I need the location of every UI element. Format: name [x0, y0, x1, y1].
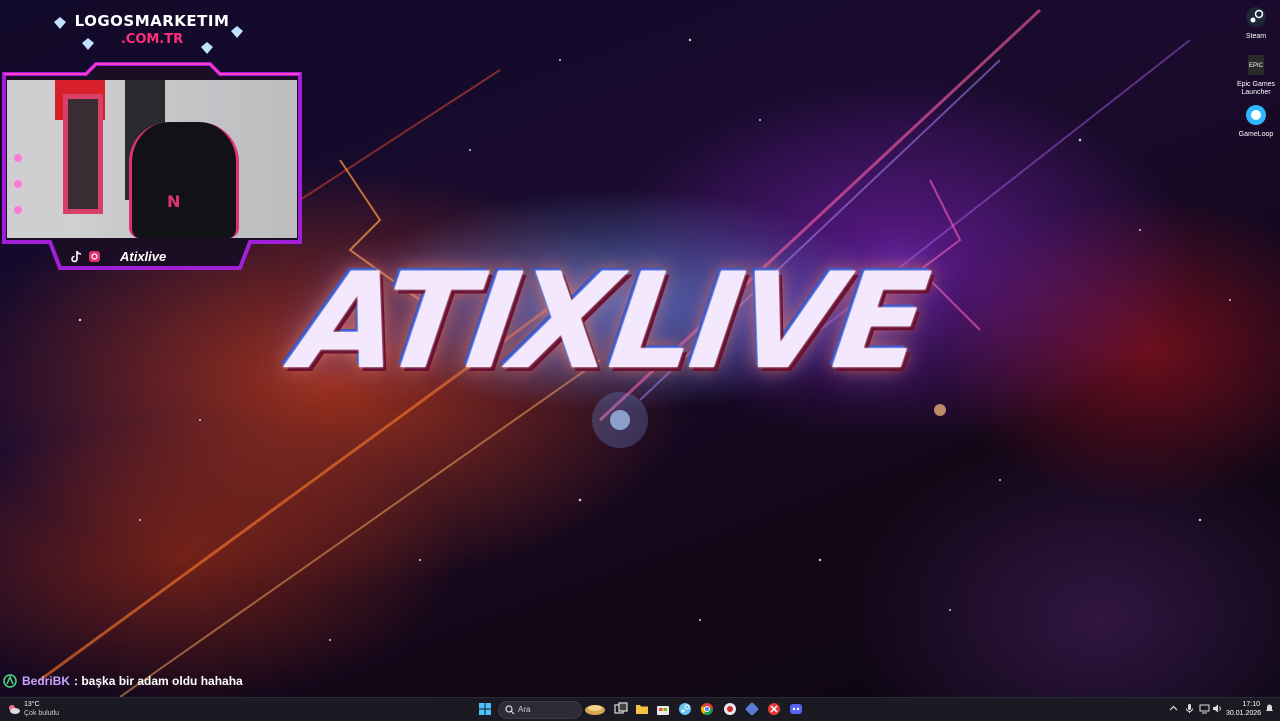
weather-temp: 13°C [24, 701, 40, 708]
file-explorer-icon[interactable] [635, 702, 649, 716]
steam-icon[interactable] [678, 702, 692, 716]
wallpaper-logo-text: ATIXLIVE [287, 245, 933, 399]
tiktok-icon [71, 250, 82, 263]
notification-icon[interactable] [1264, 703, 1275, 714]
weather-widget[interactable]: 13°C Çok bulutlu [6, 700, 76, 720]
weather-desc: Çok bulutlu [24, 710, 60, 717]
start-icon[interactable] [478, 702, 492, 716]
desktop-icon-gameloop[interactable]: GameLoop [1236, 104, 1276, 139]
steam-icon [1246, 7, 1266, 27]
system-clock[interactable]: 17:10 30.01.2026 [1226, 700, 1262, 718]
gameloop-icon [1246, 105, 1266, 125]
streamer-name: Atixlive [120, 249, 167, 264]
desktop-icon-steam[interactable]: Steam [1236, 6, 1276, 41]
taskbar-search[interactable]: Ara [498, 701, 582, 719]
chrome-icon[interactable] [700, 702, 714, 716]
widget-icon[interactable] [584, 702, 606, 716]
epic-games-icon: EPIC [1248, 55, 1264, 75]
task-view-icon[interactable] [614, 702, 628, 716]
mirror [63, 94, 103, 214]
clock-time: 17:10 [1242, 701, 1260, 708]
svg-text:EPIC: EPIC [1249, 63, 1264, 69]
chat-username: BedriBK [22, 674, 71, 688]
sponsor-name: LOGOSMARKETIM [74, 12, 230, 30]
webcam-video: N [7, 80, 297, 238]
led-lights [14, 154, 22, 214]
gaming-chair [129, 122, 239, 238]
clock-date: 30.01.2026 [1226, 710, 1262, 717]
sponsor-logo: LOGOSMARKETIM .COM.TR [52, 12, 252, 58]
discord-icon[interactable] [789, 702, 803, 716]
recording-icon[interactable] [723, 702, 737, 716]
game-icon[interactable] [745, 702, 759, 716]
store-icon[interactable] [656, 702, 670, 716]
app-icon[interactable] [767, 702, 781, 716]
desktop-icon-epic-games[interactable]: EPIC Epic Games Launcher [1236, 54, 1276, 97]
chevron-up-icon[interactable] [1168, 703, 1179, 714]
chat-message: BedriBK : başka bir adam oldu hahaha [3, 672, 243, 690]
desktop-icon-label: Steam [1245, 33, 1267, 40]
desktop-icon-label: Epic Games Launcher [1236, 81, 1276, 96]
chat-badge-icon [3, 674, 17, 688]
volume-icon[interactable] [1212, 703, 1223, 714]
taskbar: 13°C Çok bulutlu Ara 17:10 30.01.2026 [0, 697, 1280, 721]
microphone-icon[interactable] [1184, 703, 1195, 714]
chat-text: : başka bir adam oldu hahaha [74, 674, 243, 688]
desktop-icon-label: GameLoop [1238, 131, 1274, 138]
sponsor-domain: .COM.TR [120, 32, 184, 47]
search-placeholder: Ara [518, 705, 531, 714]
cloud-icon [9, 705, 20, 714]
network-icon[interactable] [1199, 703, 1210, 714]
instagram-icon [89, 251, 100, 262]
search-icon [505, 705, 515, 715]
